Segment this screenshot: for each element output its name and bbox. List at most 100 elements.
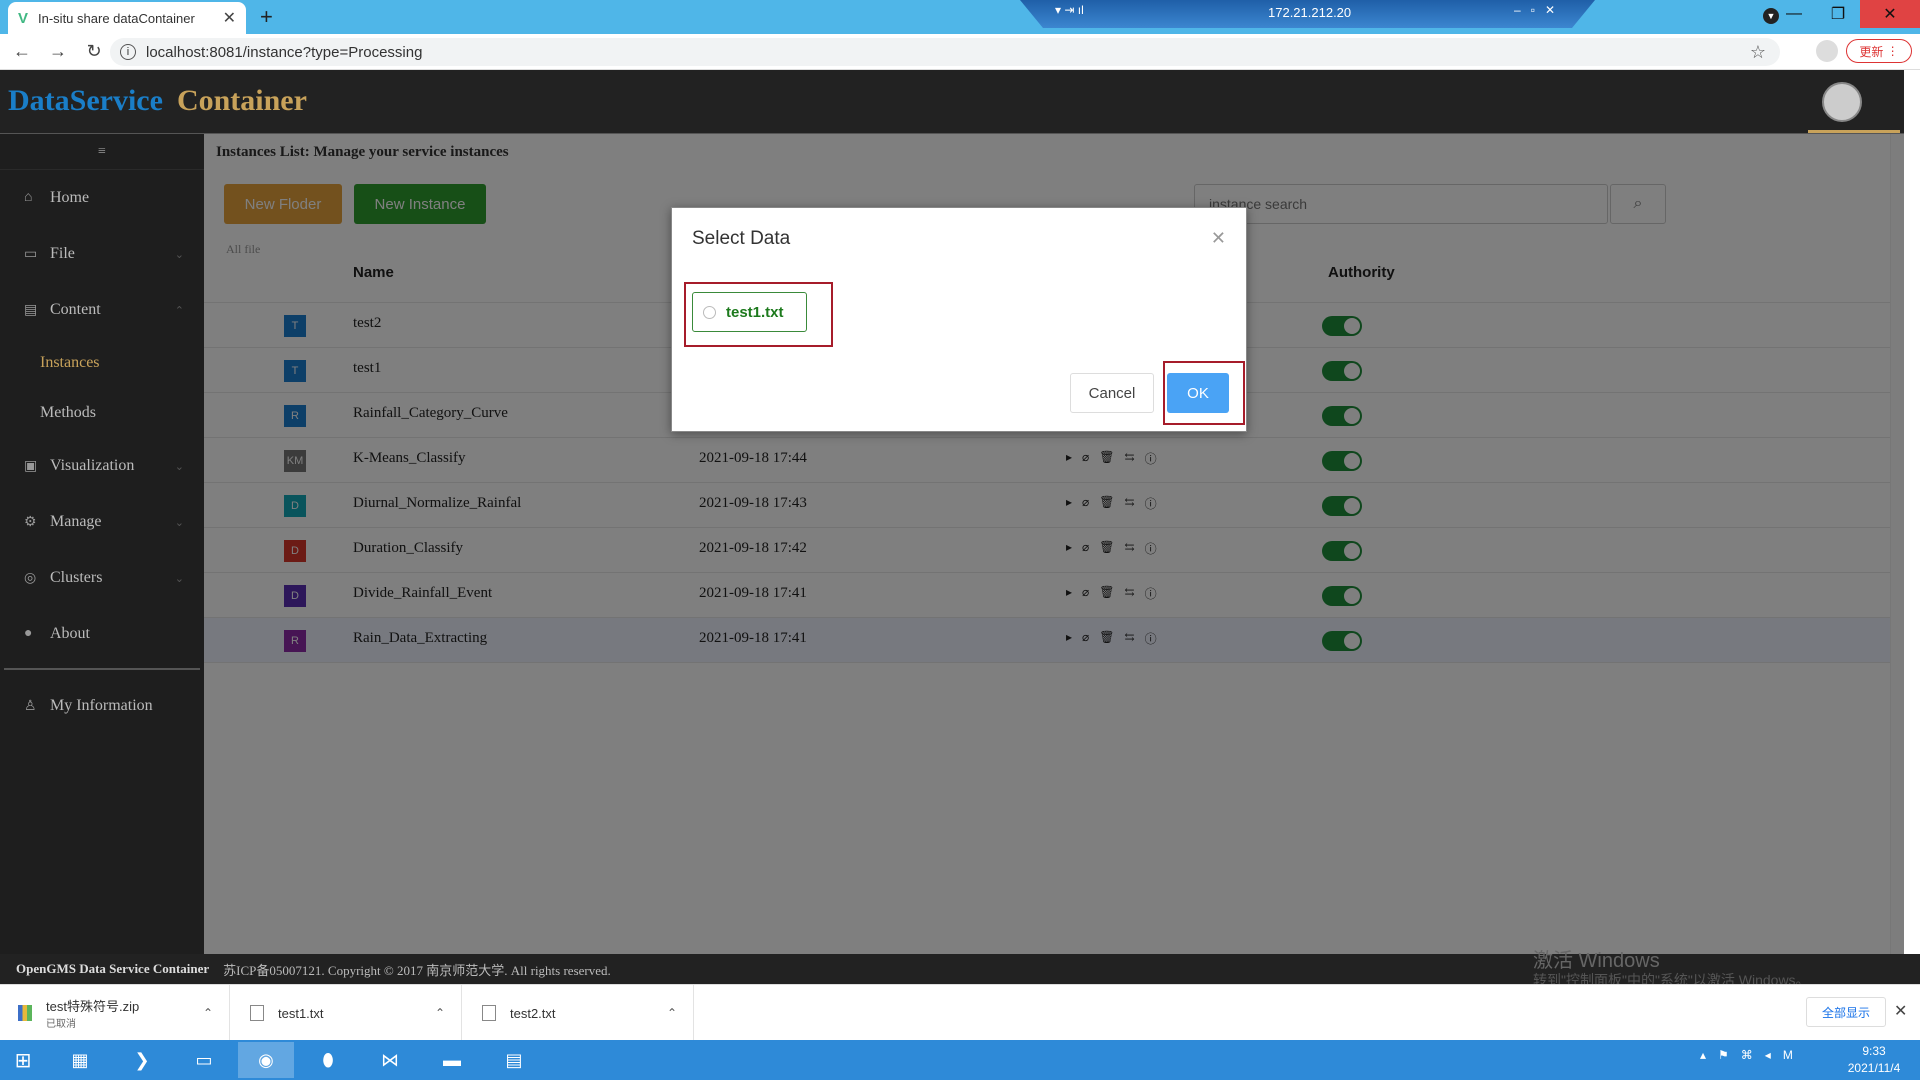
browser-tab-strip: V In-situ share dataContainer ✕ + ▾ ⇥ ıl… <box>0 0 1920 34</box>
file-explorer-icon[interactable]: ▭ <box>176 1042 232 1078</box>
browser-tab[interactable]: V In-situ share dataContainer ✕ <box>8 2 246 34</box>
chrome-icon[interactable]: ◉ <box>238 1042 294 1078</box>
data-option-test1[interactable]: test1.txt <box>692 292 807 332</box>
zip-file-icon <box>18 1005 32 1021</box>
taskbar-clock[interactable]: 9:33 2021/11/4 <box>1840 1043 1908 1077</box>
sidebar-item-visualization[interactable]: ▣ Visualization ⌄ <box>0 438 204 494</box>
image-icon: ▣ <box>24 458 38 474</box>
info-icon: ● <box>24 626 33 641</box>
file-icon <box>250 1005 264 1021</box>
windows-start-icon[interactable]: ⊞ <box>8 1046 38 1074</box>
close-icon[interactable]: ✕ <box>1894 1001 1907 1021</box>
download-name: test2.txt <box>510 1005 556 1021</box>
volume-icon[interactable]: ◂ <box>1765 1048 1771 1062</box>
chevron-up-icon: ⌃ <box>174 304 184 317</box>
chevron-down-icon: ⌄ <box>174 572 184 585</box>
sidebar-item-instances[interactable]: Instances <box>0 338 204 388</box>
remote-desktop-bar: ▾ ⇥ ıl 172.21.212.20 –▫✕ <box>1020 0 1595 28</box>
remote-window-controls-icon[interactable]: –▫✕ <box>1514 3 1565 17</box>
server-manager-icon[interactable]: ▦ <box>52 1042 108 1078</box>
activation-watermark: 激活 Windows <box>1533 950 1660 972</box>
download-item[interactable]: test2.txt ⌃ <box>464 985 694 1041</box>
input-method-icon[interactable]: M <box>1783 1048 1793 1062</box>
sidebar-item-label: Manage <box>50 513 102 530</box>
download-item[interactable]: test特殊符号.zip 已取消 ⌃ <box>0 985 230 1041</box>
select-data-dialog: Select Data ✕ test1.txt Cancel OK <box>671 207 1247 432</box>
sidebar-item-content[interactable]: ▤ Content ⌃ <box>0 282 204 338</box>
sidebar-item-label: Clusters <box>50 569 103 586</box>
sidebar-item-about[interactable]: ● About <box>0 606 204 662</box>
remote-ip: 172.21.212.20 <box>1268 5 1352 20</box>
chevron-down-icon: ⌄ <box>174 516 184 529</box>
reload-icon[interactable]: ↻ <box>80 41 108 62</box>
chevron-up-icon[interactable]: ⌃ <box>203 1006 213 1020</box>
chevron-up-icon[interactable]: ⌃ <box>667 1006 677 1020</box>
tray-expand-icon[interactable]: ▴ <box>1700 1048 1706 1062</box>
close-icon[interactable]: ✕ <box>1211 228 1226 249</box>
window-controls: — ❐ ✕ <box>1772 0 1920 28</box>
sidebar-item-methods[interactable]: Methods <box>0 388 204 438</box>
sidebar-item-manage[interactable]: ⚙ Manage ⌄ <box>0 494 204 550</box>
sidebar-item-label: About <box>50 625 90 642</box>
chevron-down-icon: ⌄ <box>174 248 184 261</box>
remote-pin-icon[interactable]: ▾ ⇥ ıl <box>1055 3 1084 17</box>
taskbar: ⊞ ▦ ❯ ▭ ◉ ⬮ ⋈ ▬ ▤ ▴ ⚑ ⌘ ◂ M 9:33 2021/11… <box>0 1040 1920 1080</box>
close-window-icon[interactable]: ✕ <box>1860 0 1920 28</box>
cluster-icon: ◎ <box>24 570 37 586</box>
sidebar-item-home[interactable]: ⌂ Home <box>0 170 204 226</box>
remote-desktop-icon[interactable]: ▤ <box>486 1042 542 1078</box>
ok-button[interactable]: OK <box>1167 373 1229 413</box>
sidebar-item-label: My Information <box>50 697 153 714</box>
tab-close-icon[interactable]: ✕ <box>223 8 236 28</box>
footer-copyright: 苏ICP备05007121. Copyright © 2017 南京师范大学. … <box>223 962 611 978</box>
sidebar-item-label: File <box>50 245 75 262</box>
sidebar-item-label: Instances <box>40 354 100 371</box>
forward-icon[interactable]: → <box>44 41 72 62</box>
back-icon[interactable]: ← <box>8 41 36 62</box>
sidebar-item-my-information[interactable]: ♙ My Information <box>0 678 204 734</box>
show-all-downloads-button[interactable]: 全部显示 <box>1806 997 1886 1027</box>
download-name: test特殊符号.zip <box>46 999 140 1014</box>
tab-title: In-situ share dataContainer <box>38 10 195 26</box>
cancel-button[interactable]: Cancel <box>1070 373 1154 413</box>
download-name: test1.txt <box>278 1005 324 1021</box>
site-info-icon[interactable]: i <box>120 44 136 60</box>
app-logo[interactable]: DataService Container <box>8 84 307 118</box>
download-item[interactable]: test1.txt ⌃ <box>232 985 462 1041</box>
network-icon[interactable]: ⌘ <box>1741 1048 1753 1062</box>
sidebar: ≡ ⌂ Home ▭ File ⌄ ▤ Content ⌃ Instances Metho… <box>0 134 204 954</box>
vscode-icon[interactable]: ⋈ <box>362 1042 418 1078</box>
sidebar-item-label: Home <box>50 189 90 206</box>
new-tab-icon[interactable]: + <box>260 4 273 30</box>
downloads-bar: test特殊符号.zip 已取消 ⌃ test1.txt ⌃ test2.txt… <box>0 984 1920 1041</box>
restore-icon[interactable]: ❐ <box>1816 0 1860 28</box>
address-bar-row: ← → ↻ i localhost:8081/instance?type=Pro… <box>0 34 1920 70</box>
sidebar-item-label: Content <box>50 301 101 318</box>
menu-toggle-icon[interactable]: ≡ <box>0 134 204 170</box>
sidebar-item-label: Methods <box>40 404 96 421</box>
powershell-icon[interactable]: ❯ <box>114 1042 170 1078</box>
data-option-label: test1.txt <box>726 303 784 321</box>
radio-icon[interactable] <box>703 305 716 319</box>
terminal-icon[interactable]: ▬ <box>424 1042 480 1078</box>
url-field[interactable]: i localhost:8081/instance?type=Processin… <box>110 38 1780 66</box>
vue-favicon-icon: V <box>18 9 29 27</box>
update-label: 更新 <box>1859 44 1884 59</box>
content-icon: ▤ <box>24 302 38 318</box>
minimize-icon[interactable]: — <box>1772 0 1816 28</box>
update-button[interactable]: 更新 ⋮ <box>1846 39 1912 63</box>
account-icon[interactable] <box>1816 40 1838 62</box>
mongodb-icon[interactable]: ⬮ <box>300 1042 356 1078</box>
logo-container: Container <box>176 84 307 117</box>
bookmark-star-icon[interactable]: ☆ <box>1750 42 1766 63</box>
system-tray: ▴ ⚑ ⌘ ◂ M <box>1700 1048 1793 1062</box>
chevron-up-icon[interactable]: ⌃ <box>435 1006 445 1020</box>
clock-date: 2021/11/4 <box>1847 1061 1901 1075</box>
download-meta: test特殊符号.zip 已取消 <box>46 996 139 1030</box>
sidebar-item-file[interactable]: ▭ File ⌄ <box>0 226 204 282</box>
flag-icon[interactable]: ⚑ <box>1718 1048 1729 1062</box>
logo-dataservice: DataService <box>8 84 163 117</box>
download-status: 已取消 <box>46 1019 76 1030</box>
user-avatar[interactable] <box>1822 82 1862 122</box>
sidebar-item-clusters[interactable]: ◎ Clusters ⌄ <box>0 550 204 606</box>
